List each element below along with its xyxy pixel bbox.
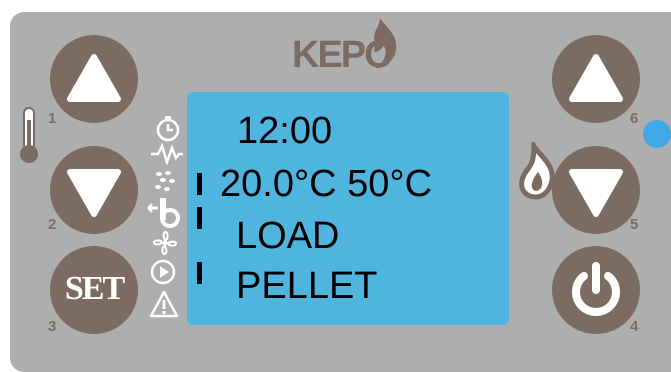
segment-marker-2 — [197, 207, 202, 229]
power-icon — [572, 262, 620, 316]
warning-icon — [149, 290, 179, 318]
segment-marker-3 — [197, 262, 202, 284]
thermometer-icon — [20, 107, 38, 163]
button-number-1: 1 — [48, 110, 57, 127]
up-button-1[interactable] — [50, 35, 138, 123]
flame-logo-icon — [374, 18, 397, 68]
display-temperatures: 20.0°C 50°C — [220, 163, 433, 205]
play-icon — [150, 259, 176, 285]
button-number-6: 6 — [630, 110, 639, 127]
button-number-3: 3 — [48, 318, 57, 335]
pellet-icon — [155, 171, 175, 191]
down-button-5[interactable] — [552, 146, 640, 234]
power-button-4[interactable] — [552, 246, 640, 334]
up-button-6[interactable] — [552, 35, 640, 123]
display-status-line2: PELLET — [236, 265, 378, 307]
set-button-label: SET — [64, 270, 125, 307]
down-button-2[interactable] — [50, 146, 138, 234]
button-number-2: 2 — [48, 216, 57, 233]
display-time: 12:00 — [237, 110, 333, 152]
button-number-5: 5 — [630, 216, 639, 233]
pump-icon — [147, 198, 180, 228]
clock-icon — [156, 116, 180, 142]
triangle-up-icon — [569, 54, 623, 102]
button-number-4: 4 — [630, 318, 639, 335]
display-status-line1: LOAD — [236, 215, 340, 257]
fan-icon — [153, 231, 177, 255]
triangle-down-icon — [67, 169, 121, 217]
triangle-down-icon — [569, 169, 623, 217]
set-button-3[interactable]: SET — [50, 246, 138, 334]
segment-marker-1 — [197, 173, 202, 195]
zigzag-icon — [151, 143, 183, 165]
triangle-up-icon — [67, 54, 121, 102]
indicator-led — [643, 120, 671, 148]
